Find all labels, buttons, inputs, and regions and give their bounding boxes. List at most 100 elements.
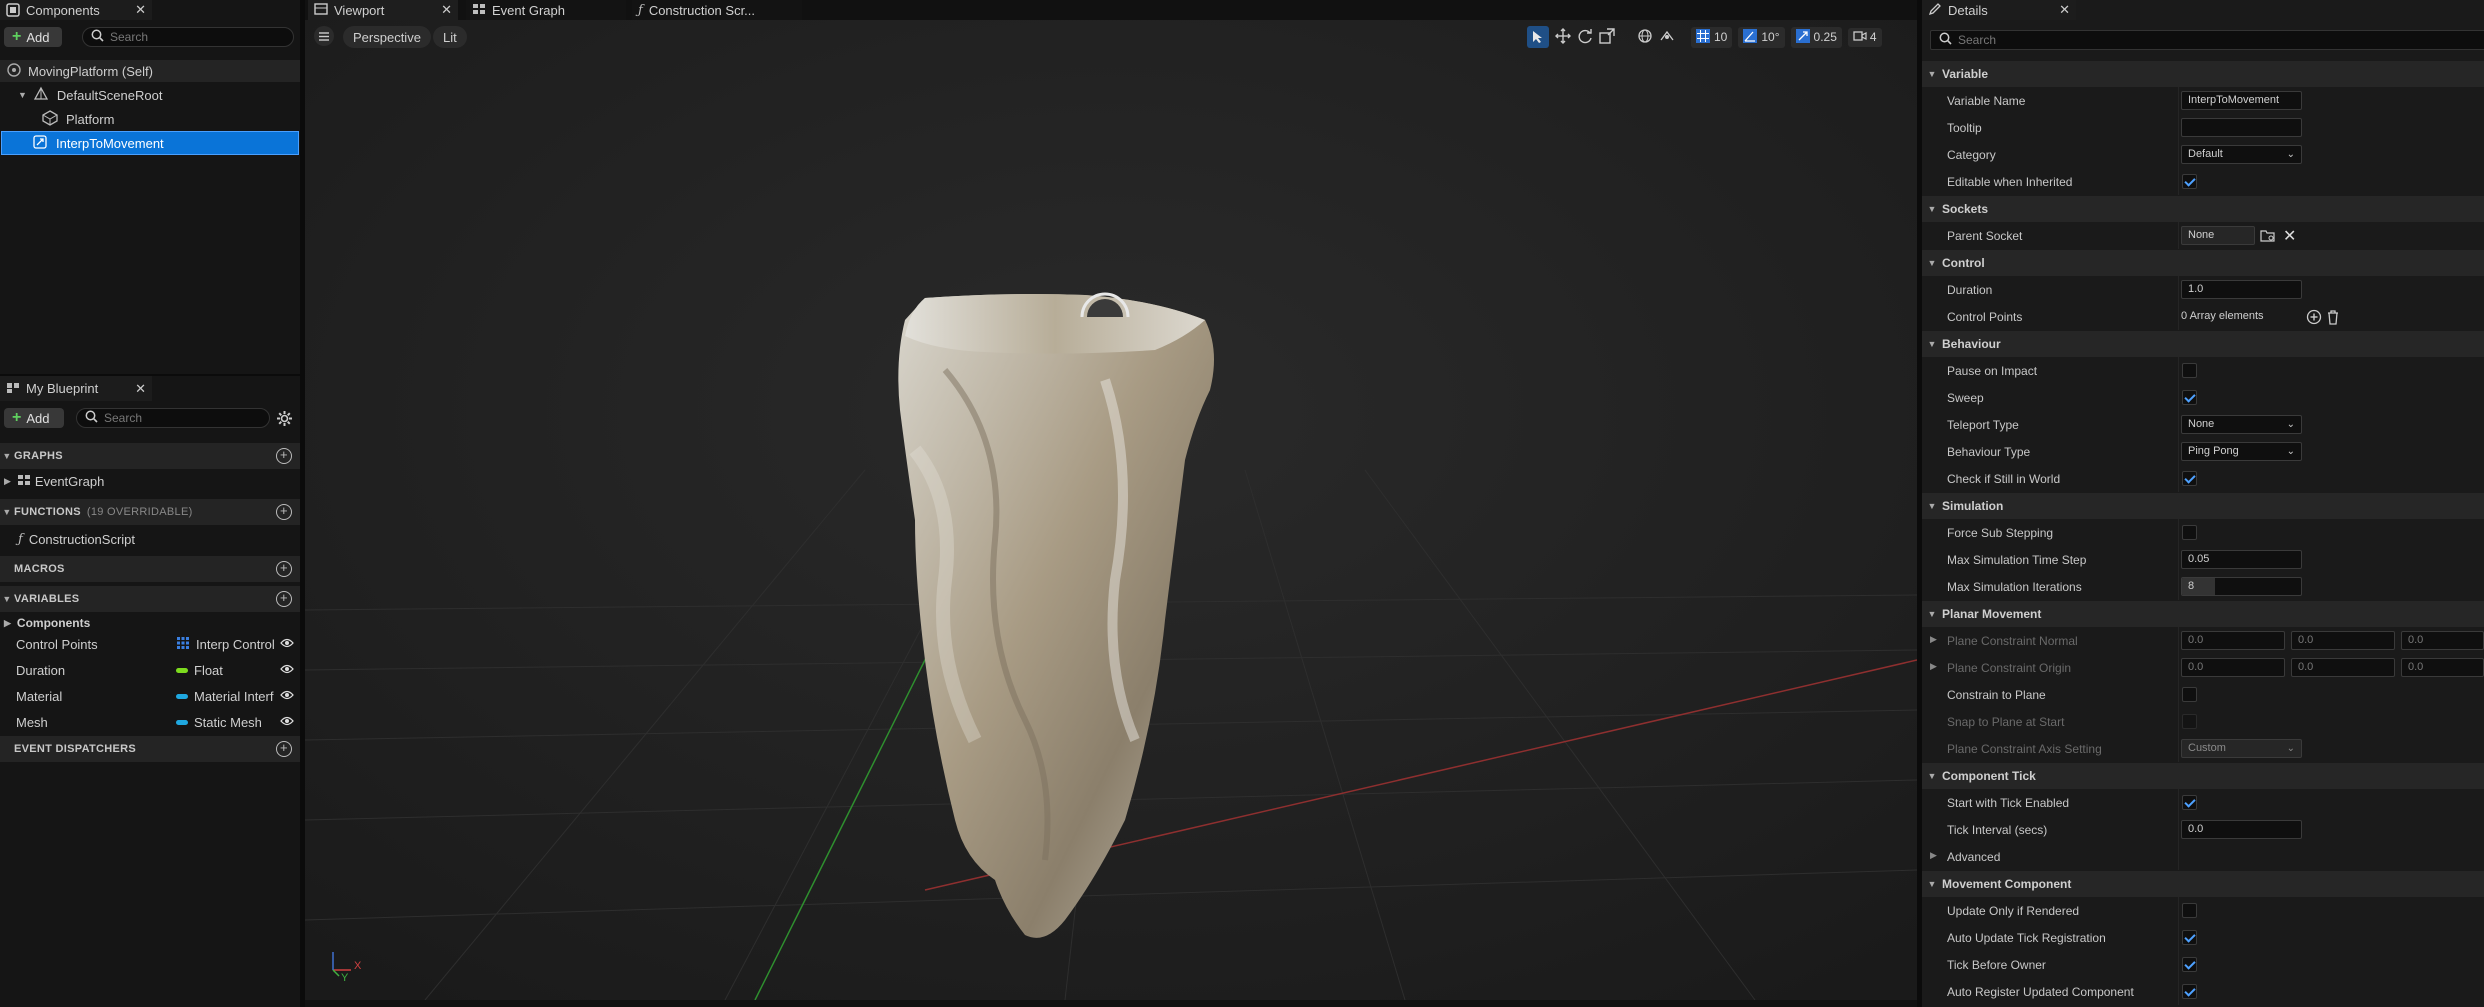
add-dispatcher-icon[interactable]: +	[276, 741, 292, 757]
close-icon[interactable]: ✕	[135, 2, 146, 18]
add-variable-icon[interactable]: +	[276, 591, 292, 607]
scale-snap-toggle[interactable]: 0.25	[1790, 26, 1842, 48]
update-only-rendered-checkbox[interactable]	[2182, 903, 2197, 918]
collapse-icon[interactable]: ▼	[0, 451, 14, 461]
viewport-menu-icon[interactable]	[314, 26, 334, 46]
section-control[interactable]: ▼ Control	[1922, 250, 2484, 276]
components-search-input[interactable]: Search	[82, 27, 294, 47]
collapse-icon[interactable]: ▼	[1922, 339, 1942, 349]
eye-icon[interactable]	[280, 689, 294, 704]
rotate-icon[interactable]	[1577, 28, 1593, 47]
auto-update-tick-checkbox[interactable]	[2182, 930, 2197, 945]
expand-icon[interactable]: ▶	[1930, 634, 1937, 645]
collapse-icon[interactable]: ▼	[1922, 609, 1942, 619]
variable-row-duration[interactable]: Duration Float	[0, 657, 300, 683]
section-graphs[interactable]: ▼ GRAPHS +	[0, 443, 300, 469]
viewport[interactable]: Perspective Lit 10 10° 0.25 4 X Y	[305, 20, 1917, 1000]
details-search-input[interactable]: Search	[1930, 30, 2484, 50]
world-space-icon[interactable]	[1637, 28, 1653, 47]
collapse-icon[interactable]: ▼	[1922, 258, 1942, 268]
settings-gear-icon[interactable]	[276, 410, 293, 432]
close-icon[interactable]: ✕	[2059, 2, 2070, 18]
expand-icon[interactable]: ▶	[4, 476, 11, 487]
camera-speed-button[interactable]: 4	[1847, 27, 1882, 47]
expand-icon[interactable]: ▶	[1930, 850, 1937, 861]
eye-icon[interactable]	[280, 663, 294, 678]
variable-name-input[interactable]: InterpToMovement	[2181, 91, 2302, 110]
teleport-type-dropdown[interactable]: None ⌄	[2181, 415, 2302, 434]
plane-origin-z[interactable]: 0.0	[2401, 658, 2484, 677]
tick-interval-input[interactable]: 0.0	[2181, 820, 2302, 839]
clear-socket-icon[interactable]: ✕	[2283, 226, 2296, 246]
tree-item-defaultsceneroot[interactable]: ▼ DefaultSceneRoot	[0, 84, 300, 106]
section-planar-movement[interactable]: ▼ Planar Movement	[1922, 601, 2484, 627]
browse-socket-icon[interactable]	[2260, 228, 2276, 245]
collapse-icon[interactable]: ▼	[0, 507, 14, 517]
check-in-world-checkbox[interactable]	[2182, 471, 2197, 486]
collapse-icon[interactable]: ▼	[1922, 204, 1942, 214]
max-iterations-slider[interactable]: 8	[2181, 577, 2302, 596]
section-movement-component[interactable]: ▼ Movement Component	[1922, 871, 2484, 897]
section-behaviour[interactable]: ▼ Behaviour	[1922, 331, 2484, 357]
add-element-icon[interactable]	[2306, 309, 2322, 328]
tab-viewport[interactable]: Viewport ✕	[308, 0, 458, 20]
function-item-constructionscript[interactable]: ƒ ConstructionScript	[0, 528, 300, 550]
close-icon[interactable]: ✕	[135, 381, 146, 397]
graph-item-eventgraph[interactable]: ▶ EventGraph	[0, 470, 300, 492]
select-mode-icon[interactable]	[1527, 26, 1549, 48]
tree-item-platform[interactable]: Platform	[0, 108, 300, 130]
add-macro-icon[interactable]: +	[276, 561, 292, 577]
constrain-to-plane-checkbox[interactable]	[2182, 687, 2197, 702]
translate-icon[interactable]	[1555, 27, 1571, 47]
variable-row-material[interactable]: Material Material Interf	[0, 683, 300, 709]
section-variables[interactable]: ▼ VARIABLES +	[0, 586, 300, 612]
section-functions[interactable]: ▼ FUNCTIONS (19 OVERRIDABLE) +	[0, 499, 300, 525]
tab-details[interactable]: Details ✕	[1922, 0, 2076, 20]
plane-origin-y[interactable]: 0.0	[2291, 658, 2395, 677]
view-mode-button[interactable]: Lit	[433, 26, 467, 48]
section-sockets[interactable]: ▼ Sockets	[1922, 196, 2484, 222]
add-component-button[interactable]: + Add	[4, 27, 62, 47]
add-function-icon[interactable]: +	[276, 504, 292, 520]
blueprint-search-input[interactable]: Search	[76, 408, 270, 428]
plane-normal-x[interactable]: 0.0	[2181, 631, 2285, 650]
row-advanced[interactable]: ▶ Advanced	[1922, 843, 2484, 870]
parent-socket-field[interactable]: None	[2181, 226, 2255, 245]
start-tick-checkbox[interactable]	[2182, 795, 2197, 810]
collapse-icon[interactable]: ▼	[1922, 69, 1942, 79]
scale-icon[interactable]	[1599, 27, 1615, 47]
tick-before-owner-checkbox[interactable]	[2182, 957, 2197, 972]
duration-input[interactable]: 1.0	[2181, 280, 2302, 299]
plane-normal-y[interactable]: 0.0	[2291, 631, 2395, 650]
grid-snap-toggle[interactable]: 10	[1691, 26, 1733, 48]
rotation-snap-toggle[interactable]: 10°	[1738, 26, 1785, 48]
pause-on-impact-checkbox[interactable]	[2182, 363, 2197, 378]
plane-origin-x[interactable]: 0.0	[2181, 658, 2285, 677]
section-event-dispatchers[interactable]: EVENT DISPATCHERS +	[0, 736, 300, 762]
behaviour-type-dropdown[interactable]: Ping Pong ⌄	[2181, 442, 2302, 461]
snap-to-plane-checkbox[interactable]	[2182, 714, 2197, 729]
section-variable[interactable]: ▼ Variable	[1922, 61, 2484, 87]
eye-icon[interactable]	[280, 637, 294, 652]
tab-construction-script[interactable]: ƒ Construction Scr...	[632, 0, 802, 20]
tree-item-self[interactable]: MovingPlatform (Self)	[0, 60, 300, 82]
variable-row-control-points[interactable]: Control Points Interp Control	[0, 631, 300, 657]
force-sub-stepping-checkbox[interactable]	[2182, 525, 2197, 540]
collapse-icon[interactable]: ▼	[1922, 501, 1942, 511]
editable-inherited-checkbox[interactable]	[2182, 174, 2197, 189]
collapse-icon[interactable]: ▼	[1922, 771, 1942, 781]
section-simulation[interactable]: ▼ Simulation	[1922, 493, 2484, 519]
add-graph-icon[interactable]: +	[276, 448, 292, 464]
category-dropdown[interactable]: Default ⌄	[2181, 145, 2302, 164]
eye-icon[interactable]	[280, 715, 294, 730]
section-component-tick[interactable]: ▼ Component Tick	[1922, 763, 2484, 789]
add-blueprint-item-button[interactable]: + Add	[4, 408, 64, 428]
collapse-icon[interactable]: ▼	[1922, 879, 1942, 889]
plane-normal-z[interactable]: 0.0	[2401, 631, 2484, 650]
collapse-icon[interactable]: ▶	[4, 618, 11, 629]
surface-snap-icon[interactable]	[1659, 28, 1675, 47]
sweep-checkbox[interactable]	[2182, 390, 2197, 405]
tab-event-graph[interactable]: Event Graph	[466, 0, 626, 20]
axis-setting-dropdown[interactable]: Custom ⌄	[2181, 739, 2302, 758]
tab-components[interactable]: Components ✕	[0, 0, 152, 20]
